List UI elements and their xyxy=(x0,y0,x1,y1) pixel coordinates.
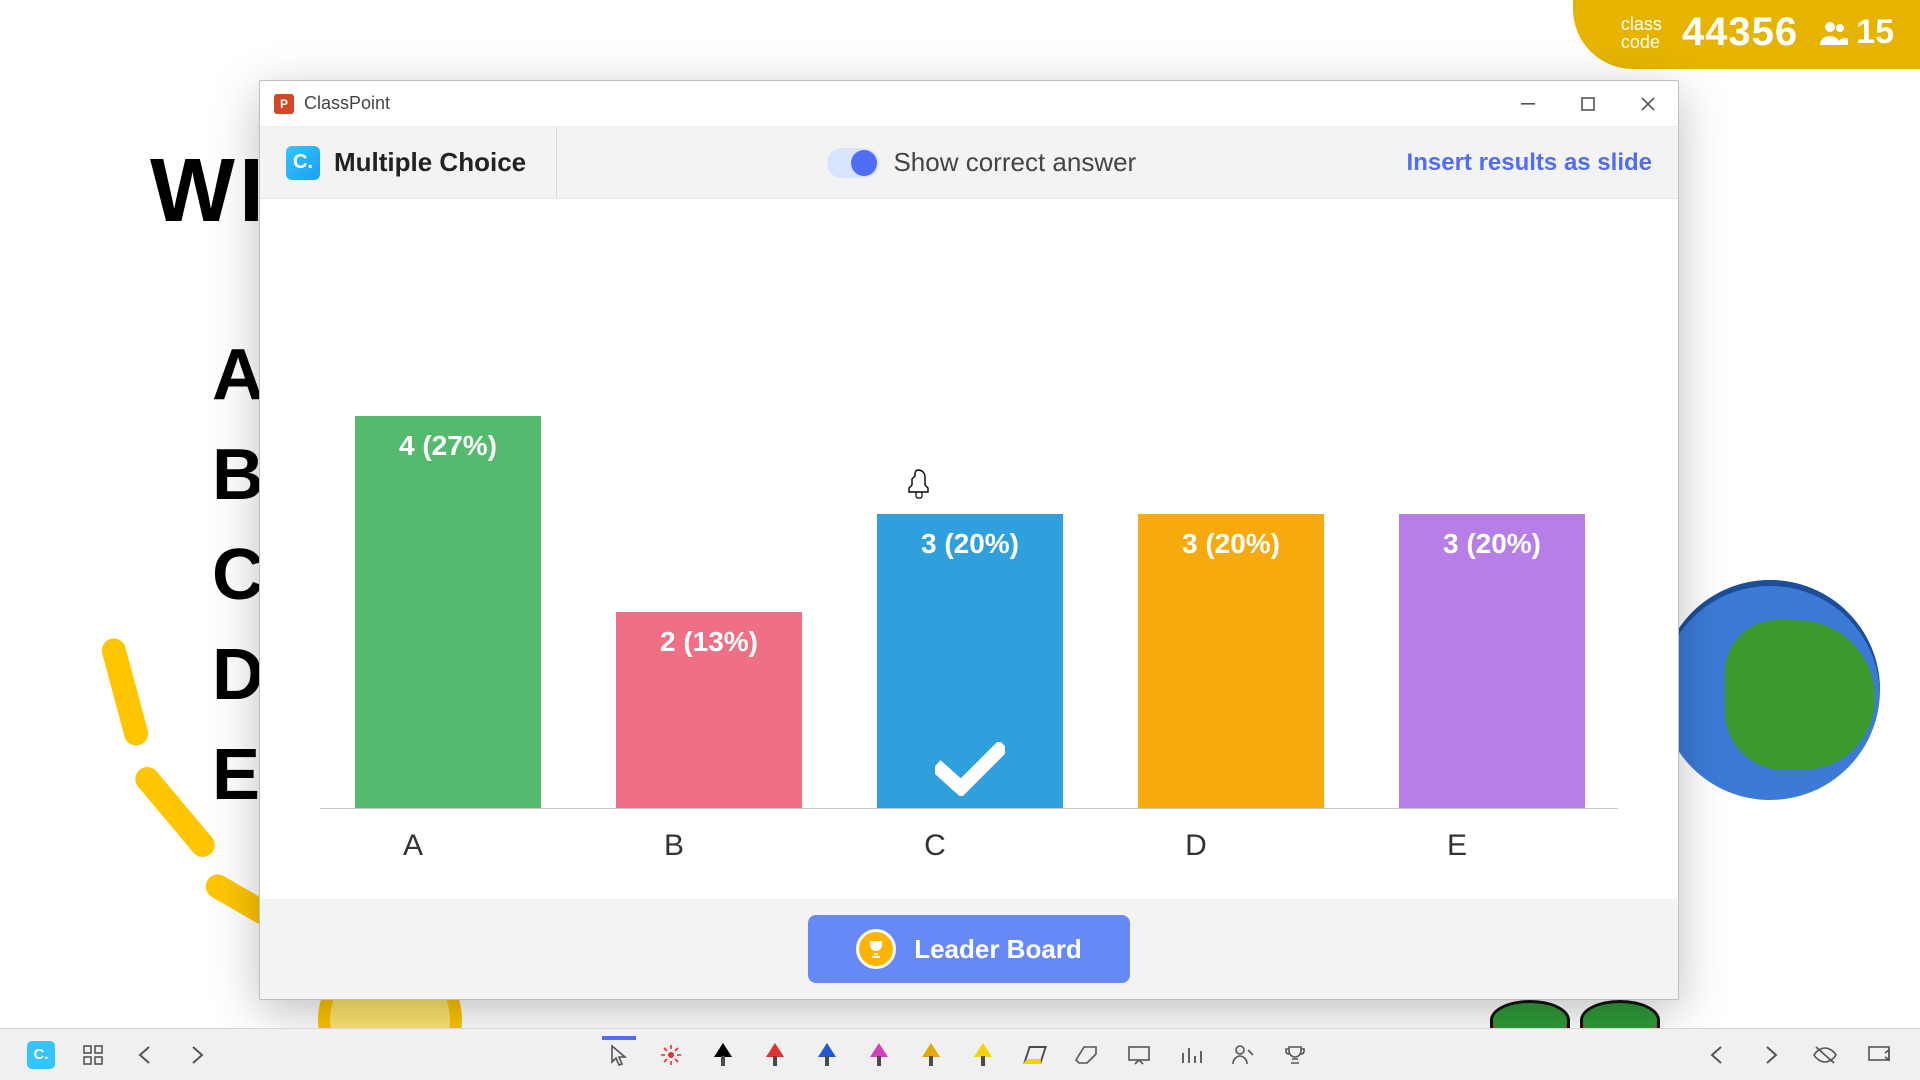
axis-label-c: C xyxy=(842,829,1028,879)
slide-option-letters: A B C D E xyxy=(212,325,264,825)
bar-e[interactable]: 3 (20%) xyxy=(1399,514,1585,808)
class-code-label-top: class xyxy=(1621,15,1662,33)
leader-board-button[interactable]: Leader Board xyxy=(808,915,1130,983)
award-tool-button[interactable] xyxy=(1278,1038,1312,1072)
axis-label-a: A xyxy=(320,829,506,879)
pen-color-2[interactable] xyxy=(810,1038,844,1072)
bar-d[interactable]: 3 (20%) xyxy=(1138,514,1324,808)
bar-fill: 2 (13%) xyxy=(616,612,802,808)
highlighter-tool-button[interactable] xyxy=(1018,1038,1052,1072)
bar-value-label: 4 (27%) xyxy=(399,430,497,462)
pen-color-0[interactable] xyxy=(706,1038,740,1072)
undo-forward-button[interactable] xyxy=(1754,1038,1788,1072)
pen-color-1[interactable] xyxy=(758,1038,792,1072)
laser-tool-button[interactable] xyxy=(654,1038,688,1072)
axis-label-b: B xyxy=(581,829,767,879)
class-code-label-bottom: code xyxy=(1621,33,1662,51)
poll-tool-button[interactable] xyxy=(1174,1038,1208,1072)
slide-option-d: D xyxy=(212,625,264,725)
pen-color-4[interactable] xyxy=(914,1038,948,1072)
show-answer-label: Show correct answer xyxy=(893,147,1136,178)
pick-name-tool-button[interactable] xyxy=(1226,1038,1260,1072)
eraser-tool-button[interactable] xyxy=(1070,1038,1104,1072)
dialog-header: C. Multiple Choice Show correct answer I… xyxy=(260,127,1678,199)
bar-c[interactable]: 3 (20%) xyxy=(877,514,1063,808)
student-count-number: 15 xyxy=(1856,13,1894,52)
slide-title-fragment: WI xyxy=(150,140,268,243)
cursor-tool-button[interactable] xyxy=(602,1036,636,1070)
titlebar[interactable]: P ClassPoint xyxy=(260,81,1678,127)
classpoint-icon: C. xyxy=(286,146,320,180)
slide-option-a: A xyxy=(212,325,264,425)
nav-forward-button[interactable] xyxy=(180,1038,214,1072)
window-title: ClassPoint xyxy=(304,93,390,114)
present-button[interactable] xyxy=(1862,1038,1896,1072)
hide-toolbar-button[interactable] xyxy=(1808,1038,1842,1072)
slide-option-b: B xyxy=(212,425,264,525)
earth-decoration: 🖐️ xyxy=(1660,580,1920,880)
correct-check-icon xyxy=(877,742,1063,796)
close-button[interactable] xyxy=(1618,81,1678,127)
insert-results-button[interactable]: Insert results as slide xyxy=(1407,149,1652,177)
classpoint-app-button[interactable]: C. xyxy=(24,1038,58,1072)
student-count[interactable]: 15 xyxy=(1818,13,1894,52)
trophy-icon xyxy=(856,929,896,969)
whiteboard-tool-button[interactable] xyxy=(1122,1038,1156,1072)
results-chart: 4 (27%) 2 (13%) 3 (20%) 3 (20%) 3 (20%) A B C D… xyxy=(260,199,1678,899)
class-code-value: 44356 xyxy=(1682,10,1798,55)
bar-value-label: 3 (20%) xyxy=(921,528,1019,560)
slide-option-e: E xyxy=(212,725,264,825)
bar-a[interactable]: 4 (27%) xyxy=(355,416,541,808)
tool-name: Multiple Choice xyxy=(334,147,526,178)
undo-back-button[interactable] xyxy=(1700,1038,1734,1072)
pen-color-3[interactable] xyxy=(862,1038,896,1072)
bar-fill: 3 (20%) xyxy=(1399,514,1585,808)
bar-b[interactable]: 2 (13%) xyxy=(616,612,802,808)
bar-value-label: 3 (20%) xyxy=(1182,528,1280,560)
classpoint-dialog: P ClassPoint C. Multiple Choice Show cor… xyxy=(259,80,1679,1000)
people-icon xyxy=(1818,19,1850,47)
bar-fill: 4 (27%) xyxy=(355,416,541,808)
maximize-button[interactable] xyxy=(1558,81,1618,127)
leader-board-label: Leader Board xyxy=(914,934,1082,965)
axis-label-e: E xyxy=(1364,829,1550,879)
bar-fill: 3 (20%) xyxy=(877,514,1063,808)
bar-value-label: 3 (20%) xyxy=(1443,528,1541,560)
powerpoint-icon: P xyxy=(274,94,294,114)
grid-view-button[interactable] xyxy=(76,1038,110,1072)
minimize-button[interactable] xyxy=(1498,81,1558,127)
class-code-pill: class code 44356 15 xyxy=(1573,0,1920,69)
slide-option-c: C xyxy=(212,525,264,625)
bar-value-label: 2 (13%) xyxy=(660,626,758,658)
dialog-footer: Leader Board xyxy=(260,899,1678,999)
pen-color-5[interactable] xyxy=(966,1038,1000,1072)
class-code-label: class code xyxy=(1621,15,1662,51)
axis-label-d: D xyxy=(1103,829,1289,879)
nav-back-button[interactable] xyxy=(128,1038,162,1072)
show-answer-toggle[interactable] xyxy=(827,148,879,178)
bar-fill: 3 (20%) xyxy=(1138,514,1324,808)
bottom-toolbar: C. xyxy=(0,1028,1920,1080)
